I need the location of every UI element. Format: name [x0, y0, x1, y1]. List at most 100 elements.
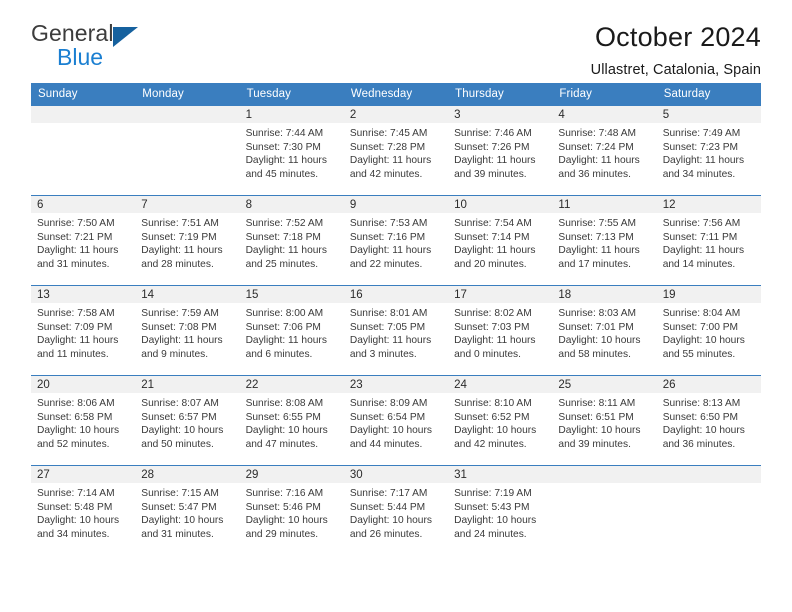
day-number — [552, 466, 657, 483]
calendar-day-cell[interactable]: 19 Sunrise: 8:04 AM Sunset: 7:00 PM Dayligh… — [656, 285, 761, 376]
calendar-day-cell[interactable]: 30 Sunrise: 7:17 AM Sunset: 5:44 PM Dayligh… — [343, 465, 449, 556]
day-details: Sunrise: 7:59 AM Sunset: 7:08 PM Daylight:… — [135, 303, 239, 361]
calendar-day-cell[interactable]: 3 Sunrise: 7:46 AM Sunset: 7:26 PM Daylight… — [448, 105, 553, 196]
day-details: Sunrise: 8:10 AM Sunset: 6:52 PM Daylight:… — [448, 393, 552, 451]
sunset-text: Sunset: 5:44 PM — [349, 501, 426, 513]
calendar-day-cell-empty — [656, 465, 761, 556]
calendar-day-cell[interactable]: 20 Sunrise: 8:06 AM Sunset: 6:58 PM Dayligh… — [31, 375, 136, 466]
calendar-day-cell[interactable]: 25 Sunrise: 8:11 AM Sunset: 6:51 PM Dayligh… — [552, 375, 657, 466]
sunrise-text: Sunrise: 8:13 AM — [662, 398, 741, 409]
day-details: Sunrise: 8:13 AM Sunset: 6:50 PM Daylight:… — [657, 393, 761, 451]
calendar-week-row: 20 Sunrise: 8:06 AM Sunset: 6:58 PM Dayligh… — [31, 375, 761, 466]
day-details: Sunrise: 7:45 AM Sunset: 7:28 PM Daylight:… — [344, 123, 448, 181]
day-number: 24 — [448, 376, 553, 393]
day-number: 30 — [343, 466, 449, 483]
day-number: 31 — [448, 466, 553, 483]
daylight-text-line1: Daylight: 11 hours — [141, 245, 223, 257]
calendar-day-cell[interactable]: 9 Sunrise: 7:53 AM Sunset: 7:16 PM Daylight… — [343, 195, 449, 286]
calendar-day-cell[interactable]: 16 Sunrise: 8:01 AM Sunset: 7:05 PM Dayligh… — [343, 285, 449, 376]
daylight-text-line2: and 29 minutes. — [245, 528, 319, 540]
daylight-text-line1: Daylight: 11 hours — [349, 155, 432, 167]
day-details: Sunrise: 8:02 AM Sunset: 7:03 PM Daylight:… — [448, 303, 552, 361]
calendar-day-cell[interactable]: 26 Sunrise: 8:13 AM Sunset: 6:50 PM Dayligh… — [656, 375, 761, 466]
day-number: 6 — [31, 196, 136, 213]
calendar-day-cell[interactable]: 11 Sunrise: 7:55 AM Sunset: 7:13 PM Dayligh… — [552, 195, 657, 286]
sunrise-text: Sunrise: 8:11 AM — [558, 398, 636, 409]
calendar-day-cell[interactable]: 10 Sunrise: 7:54 AM Sunset: 7:14 PM Dayligh… — [448, 195, 553, 286]
daylight-text-line1: Daylight: 11 hours — [37, 245, 119, 257]
calendar-page: General Blue October 2024 Ullastret, Cat… — [0, 0, 792, 612]
daylight-text-line1: Daylight: 11 hours — [245, 155, 327, 167]
daylight-text-line1: Daylight: 10 hours — [141, 425, 224, 437]
sunrise-text: Sunrise: 8:01 AM — [349, 308, 428, 319]
sunrise-text: Sunrise: 8:07 AM — [141, 398, 219, 409]
day-details: Sunrise: 7:19 AM Sunset: 5:43 PM Daylight:… — [448, 483, 552, 541]
calendar-day-cell[interactable]: 31 Sunrise: 7:19 AM Sunset: 5:43 PM Dayligh… — [448, 465, 553, 556]
sunrise-text: Sunrise: 7:46 AM — [454, 128, 532, 139]
calendar-day-cell[interactable]: 14 Sunrise: 7:59 AM Sunset: 7:08 PM Dayligh… — [135, 285, 240, 376]
sunset-text: Sunset: 5:46 PM — [245, 501, 321, 513]
calendar-day-cell[interactable]: 28 Sunrise: 7:15 AM Sunset: 5:47 PM Dayligh… — [135, 465, 240, 556]
daylight-text-line1: Daylight: 10 hours — [141, 515, 224, 527]
sunset-text: Sunset: 7:21 PM — [37, 231, 113, 243]
day-number: 5 — [656, 106, 761, 123]
brand-logo[interactable]: General Blue — [31, 22, 151, 74]
day-number: 27 — [31, 466, 136, 483]
calendar-day-cell[interactable]: 1 Sunrise: 7:44 AM Sunset: 7:30 PM Daylight… — [239, 105, 344, 196]
sunset-text: Sunset: 6:55 PM — [245, 411, 321, 423]
sunset-text: Sunset: 7:11 PM — [662, 231, 738, 243]
day-number: 7 — [135, 196, 240, 213]
calendar-day-cell[interactable]: 6 Sunrise: 7:50 AM Sunset: 7:21 PM Daylight… — [31, 195, 136, 286]
day-number: 21 — [135, 376, 240, 393]
day-number: 8 — [239, 196, 344, 213]
sunrise-text: Sunrise: 7:53 AM — [349, 218, 428, 229]
calendar-day-cell[interactable]: 15 Sunrise: 8:00 AM Sunset: 7:06 PM Dayligh… — [239, 285, 344, 376]
sunset-text: Sunset: 7:01 PM — [558, 321, 634, 333]
sunset-text: Sunset: 6:54 PM — [349, 411, 426, 423]
daylight-text-line2: and 36 minutes. — [558, 168, 631, 180]
calendar-day-cell[interactable]: 24 Sunrise: 8:10 AM Sunset: 6:52 PM Dayligh… — [448, 375, 553, 466]
calendar-day-cell[interactable]: 17 Sunrise: 8:02 AM Sunset: 7:03 PM Dayligh… — [448, 285, 553, 376]
sunset-text: Sunset: 7:24 PM — [558, 141, 634, 153]
daylight-text-line2: and 42 minutes. — [349, 168, 423, 180]
sunrise-text: Sunrise: 7:50 AM — [37, 218, 115, 229]
daylight-text-line1: Daylight: 10 hours — [662, 335, 745, 347]
sunrise-text: Sunrise: 8:10 AM — [454, 398, 532, 409]
calendar-day-cell[interactable]: 23 Sunrise: 8:09 AM Sunset: 6:54 PM Dayligh… — [343, 375, 449, 466]
calendar-day-cell-empty — [31, 105, 136, 196]
calendar-day-cell[interactable]: 29 Sunrise: 7:16 AM Sunset: 5:46 PM Dayligh… — [239, 465, 344, 556]
calendar-day-cell[interactable]: 18 Sunrise: 8:03 AM Sunset: 7:01 PM Dayligh… — [552, 285, 657, 376]
calendar-day-cell[interactable]: 8 Sunrise: 7:52 AM Sunset: 7:18 PM Daylight… — [239, 195, 344, 286]
weekday-header-saturday: Saturday — [656, 83, 761, 106]
calendar-day-cell[interactable]: 13 Sunrise: 7:58 AM Sunset: 7:09 PM Dayligh… — [31, 285, 136, 376]
calendar-day-cell[interactable]: 21 Sunrise: 8:07 AM Sunset: 6:57 PM Dayligh… — [135, 375, 240, 466]
day-number — [135, 106, 240, 123]
calendar-day-cell[interactable]: 12 Sunrise: 7:56 AM Sunset: 7:11 PM Dayligh… — [656, 195, 761, 286]
calendar-day-cell[interactable]: 22 Sunrise: 8:08 AM Sunset: 6:55 PM Dayligh… — [239, 375, 344, 466]
calendar-day-cell[interactable]: 2 Sunrise: 7:45 AM Sunset: 7:28 PM Daylight… — [343, 105, 449, 196]
day-details: Sunrise: 8:11 AM Sunset: 6:51 PM Daylight:… — [552, 393, 656, 451]
sunset-text: Sunset: 7:23 PM — [662, 141, 739, 153]
daylight-text-line2: and 50 minutes. — [141, 438, 214, 450]
calendar-day-cell[interactable]: 7 Sunrise: 7:51 AM Sunset: 7:19 PM Daylight… — [135, 195, 240, 286]
day-number: 1 — [239, 106, 344, 123]
day-details: Sunrise: 7:17 AM Sunset: 5:44 PM Daylight:… — [344, 483, 448, 541]
calendar-day-cell[interactable]: 5 Sunrise: 7:49 AM Sunset: 7:23 PM Daylight… — [656, 105, 761, 196]
daylight-text-line1: Daylight: 11 hours — [245, 245, 327, 257]
sunrise-text: Sunrise: 7:56 AM — [662, 218, 741, 229]
daylight-text-line1: Daylight: 11 hours — [349, 335, 432, 347]
day-details: Sunrise: 7:46 AM Sunset: 7:26 PM Daylight:… — [448, 123, 552, 181]
daylight-text-line2: and 9 minutes. — [141, 348, 209, 360]
sunrise-text: Sunrise: 7:45 AM — [349, 128, 428, 139]
daylight-text-line2: and 0 minutes. — [454, 348, 521, 360]
calendar-day-cell[interactable]: 27 Sunrise: 7:14 AM Sunset: 5:48 PM Dayligh… — [31, 465, 136, 556]
daylight-text-line2: and 39 minutes. — [558, 438, 631, 450]
sunrise-text: Sunrise: 7:19 AM — [454, 488, 532, 499]
sunset-text: Sunset: 7:28 PM — [349, 141, 426, 153]
sunset-text: Sunset: 7:06 PM — [245, 321, 321, 333]
calendar-day-cell[interactable]: 4 Sunrise: 7:48 AM Sunset: 7:24 PM Daylight… — [552, 105, 657, 196]
daylight-text-line1: Daylight: 10 hours — [558, 425, 641, 437]
calendar-week-row: 13 Sunrise: 7:58 AM Sunset: 7:09 PM Dayligh… — [31, 285, 761, 376]
sunset-text: Sunset: 6:52 PM — [454, 411, 530, 423]
daylight-text-line2: and 55 minutes. — [662, 348, 736, 360]
